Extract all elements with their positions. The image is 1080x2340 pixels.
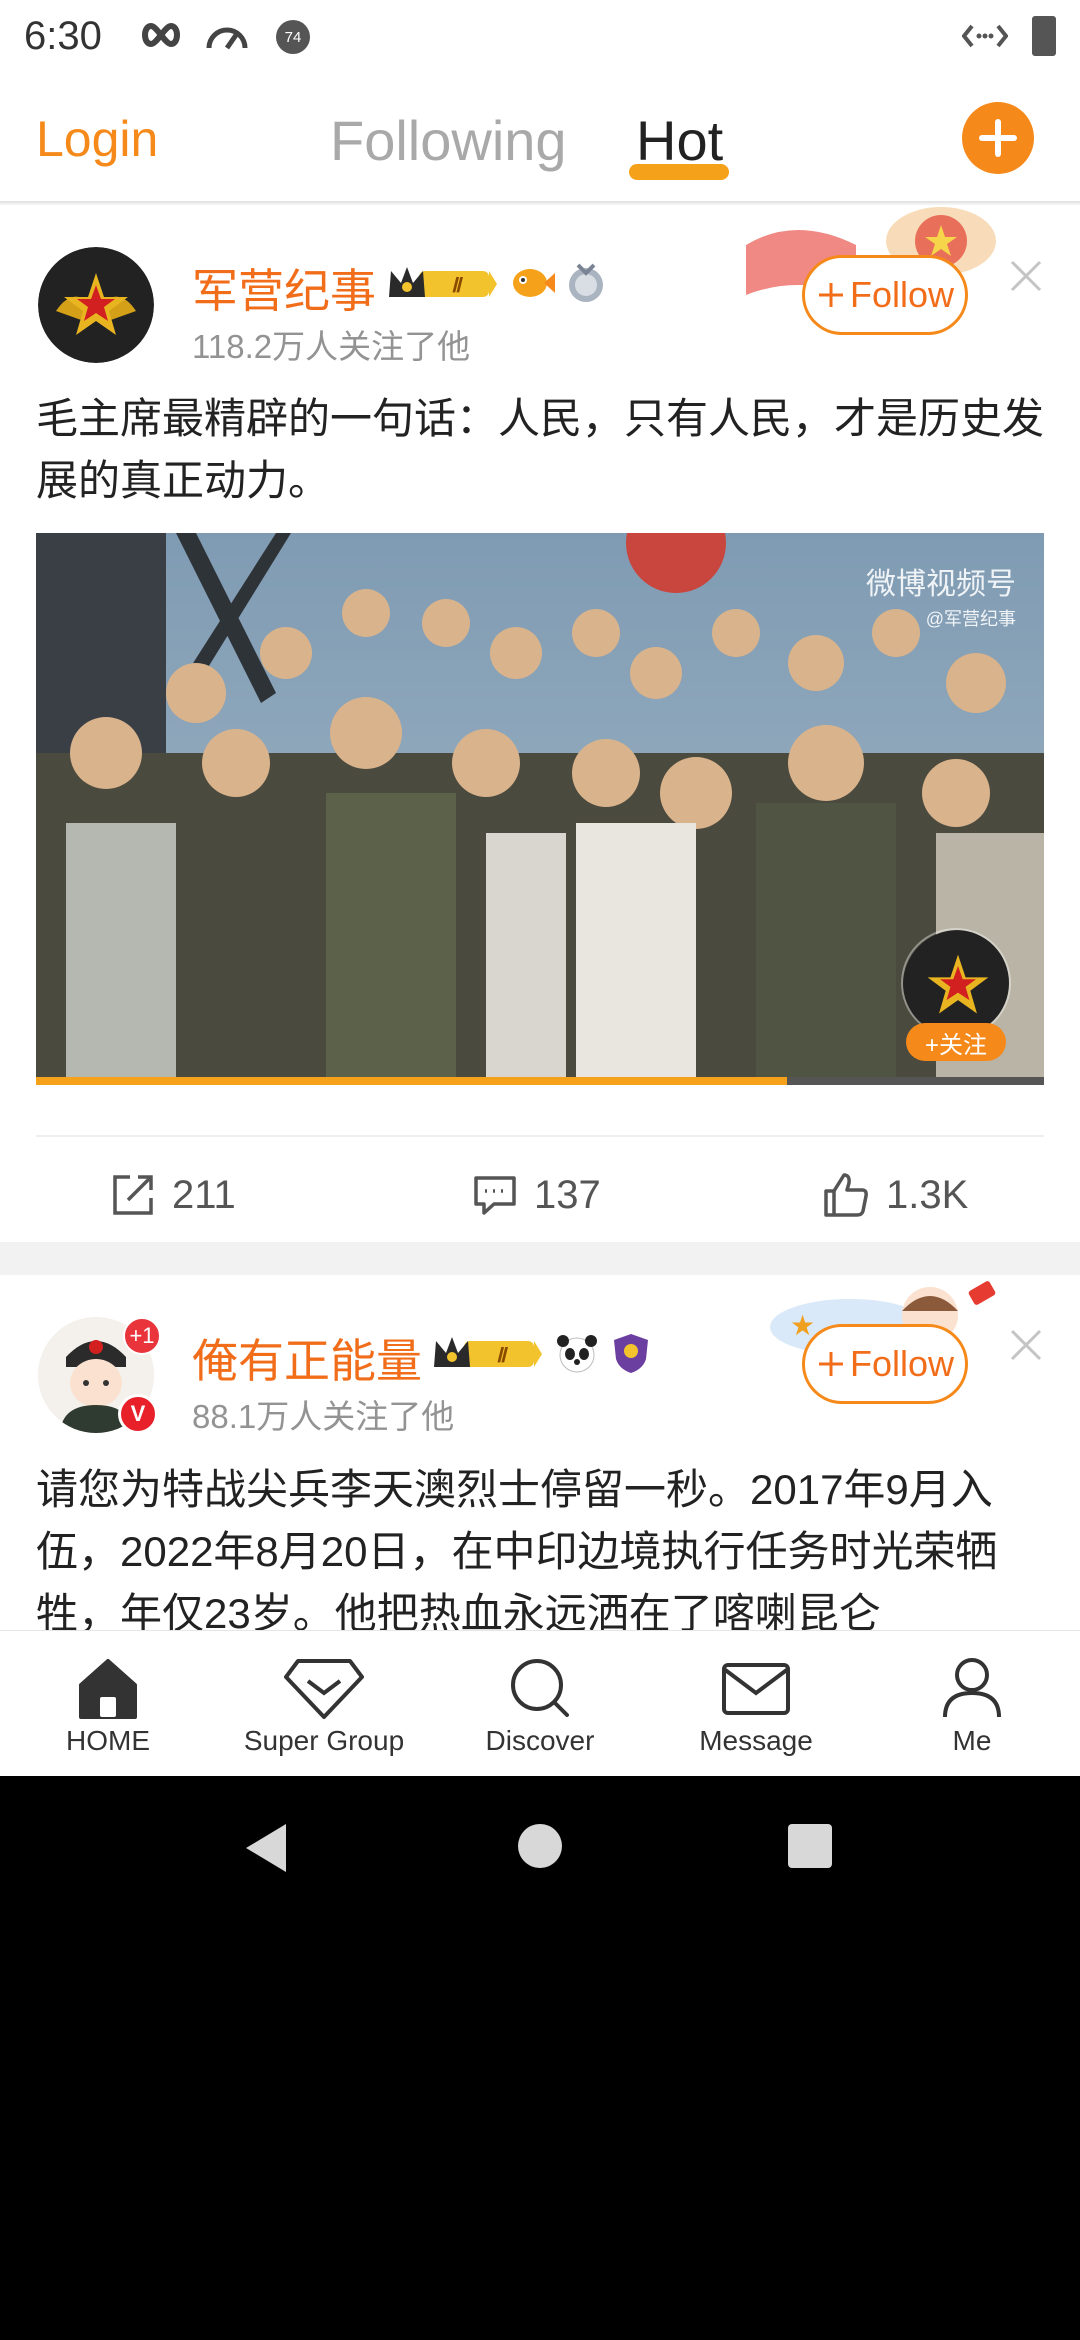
vip-crown-badge-icon: Ⅱ xyxy=(389,267,497,297)
notification-icon: 74 xyxy=(276,20,310,54)
army-emblem-icon xyxy=(38,247,154,363)
login-link[interactable]: Login xyxy=(36,110,158,168)
system-nav-bar xyxy=(0,1776,1080,1916)
share-icon xyxy=(113,1175,153,1215)
speedometer-icon xyxy=(206,27,248,50)
tab-home-label: HOME xyxy=(66,1725,150,1756)
follower-count: 88.1万人关注了他 xyxy=(192,1398,455,1435)
watermark-sub: @军营纪事 xyxy=(925,609,1016,629)
close-icon[interactable] xyxy=(1008,258,1044,294)
shield-badge-icon xyxy=(614,1334,648,1373)
watermark-text: 微博视频号 xyxy=(866,568,1016,601)
medal-badge-icon xyxy=(569,263,603,302)
plus-icon xyxy=(818,283,843,307)
video-progress-bar[interactable] xyxy=(36,1077,1044,1085)
thumbs-up-icon xyxy=(824,1173,868,1217)
tab-message[interactable]: Message xyxy=(648,1631,864,1776)
tab-discover[interactable]: Discover xyxy=(432,1631,648,1776)
tab-me[interactable]: Me xyxy=(864,1631,1080,1776)
comment-count: 137 xyxy=(534,1172,601,1217)
vip-crown-badge-icon: Ⅱ xyxy=(434,1337,542,1367)
video-watermark: 微博视频号 @军营纪事 xyxy=(866,559,1016,631)
compose-button[interactable] xyxy=(962,102,1034,174)
repost-count: 211 xyxy=(172,1172,236,1217)
verified-badge: V xyxy=(118,1394,158,1434)
recents-icon[interactable] xyxy=(786,1822,834,1870)
notification-count-badge: +1 xyxy=(123,1317,161,1355)
army-emblem-icon xyxy=(903,930,1009,1036)
follow-button[interactable]: Follow xyxy=(802,255,968,335)
infinity-icon xyxy=(142,22,180,48)
plus-icon xyxy=(979,119,1017,157)
repost-button[interactable]: 211 xyxy=(110,1165,236,1225)
tab-super-group-label: Super Group xyxy=(243,1725,405,1756)
tab-home[interactable]: HOME xyxy=(0,1631,216,1776)
home-circle-icon[interactable] xyxy=(516,1822,564,1870)
close-icon[interactable] xyxy=(1008,1327,1044,1363)
comment-icon xyxy=(474,1176,516,1215)
diamond-icon xyxy=(284,1659,364,1719)
status-bar: 6:30 74 xyxy=(0,0,1080,72)
top-nav: Login Following Hot xyxy=(0,72,1080,203)
post-text[interactable]: 毛主席最精辟的一句话：人民，只有人民，才是历史发展的真正动力。 xyxy=(36,388,1046,512)
follow-button-label: Follow xyxy=(849,274,955,315)
search-icon xyxy=(511,1659,569,1717)
plus-icon xyxy=(818,1352,843,1376)
tab-super-group[interactable]: Super Group xyxy=(216,1631,432,1776)
fish-badge-icon xyxy=(513,269,555,297)
bottom-tab-bar: HOME Super Group Discover Message Me xyxy=(0,1630,1080,1776)
post-text[interactable]: 请您为特战尖兵李天澳烈士停留一秒。2017年9月入伍，2022年8月20日，在中… xyxy=(36,1459,1046,1645)
video-author-avatar[interactable] xyxy=(901,928,1011,1038)
follow-button-label: Follow xyxy=(849,1343,955,1384)
app-screen: 6:30 74 Login Following Hot 军营纪事 Ⅱ Follo… xyxy=(0,0,1080,1776)
avatar[interactable] xyxy=(38,247,154,363)
envelope-icon xyxy=(722,1663,790,1715)
comment-button[interactable]: 137 xyxy=(472,1165,601,1225)
follow-button[interactable]: Follow xyxy=(802,1324,968,1404)
divider xyxy=(36,1135,1044,1137)
panda-badge-icon xyxy=(557,1335,597,1373)
status-time: 6:30 xyxy=(24,14,102,58)
back-icon[interactable] xyxy=(242,1822,290,1874)
battery-icon xyxy=(1032,16,1056,56)
tab-message-label: Message xyxy=(699,1725,813,1756)
tab-hot[interactable]: Hot xyxy=(636,108,723,173)
post-username[interactable]: 俺有正能量 xyxy=(192,1325,422,1391)
feed-post[interactable]: 军营纪事 Ⅱ Follow 118.2万人关注了他 毛主席最精辟的一句话：人民，… xyxy=(0,205,1080,1242)
video-follow-pill[interactable]: +关注 xyxy=(906,1023,1006,1061)
video-player[interactable]: 微博视频号 @军营纪事 +关注 xyxy=(36,533,1044,1085)
tab-discover-label: Discover xyxy=(485,1725,595,1756)
like-count: 1.3K xyxy=(886,1172,969,1217)
data-transfer-icon xyxy=(962,24,1008,48)
tab-me-label: Me xyxy=(952,1725,992,1756)
home-icon xyxy=(79,1659,137,1719)
follower-count: 118.2万人关注了他 xyxy=(192,328,471,365)
post-username[interactable]: 军营纪事 xyxy=(192,255,376,321)
video-progress-fill xyxy=(36,1077,787,1085)
person-icon xyxy=(943,1658,1001,1718)
tab-following[interactable]: Following xyxy=(330,108,567,173)
like-button[interactable]: 1.3K xyxy=(822,1165,968,1225)
